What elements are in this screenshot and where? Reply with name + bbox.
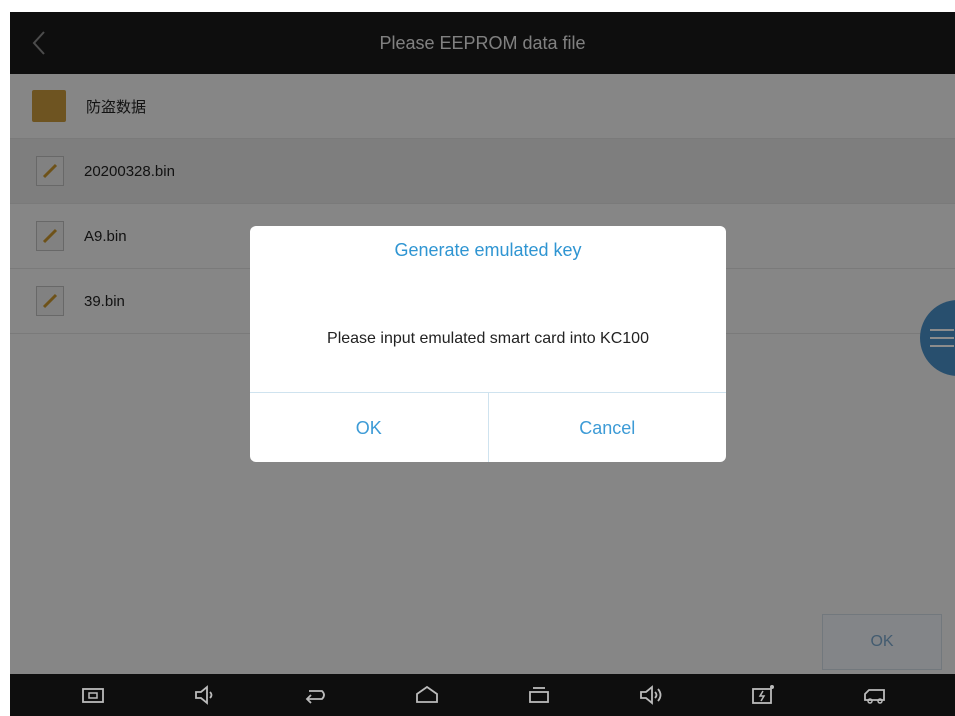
car-icon[interactable] (862, 682, 888, 708)
generate-key-dialog: Generate emulated key Please input emula… (250, 226, 726, 462)
dialog-message: Please input emulated smart card into KC… (327, 330, 649, 347)
battery-icon (752, 685, 774, 704)
dialog-ok-button[interactable]: OK (250, 393, 488, 462)
app-screen: Please EEPROM data file 防盗数据 20200328.bi… (10, 12, 955, 716)
dialog-button-bar: OK Cancel (250, 392, 726, 462)
system-nav-bar (10, 674, 955, 716)
recent-apps-icon[interactable] (526, 682, 552, 708)
dialog-cancel-button[interactable]: Cancel (487, 393, 727, 462)
screenshot-icon[interactable] (80, 682, 106, 708)
volume-down-icon[interactable] (192, 682, 218, 708)
dialog-title: Generate emulated key (394, 240, 582, 260)
back-icon[interactable] (302, 682, 328, 708)
home-icon[interactable] (414, 682, 440, 708)
volume-up-icon[interactable] (638, 682, 664, 708)
